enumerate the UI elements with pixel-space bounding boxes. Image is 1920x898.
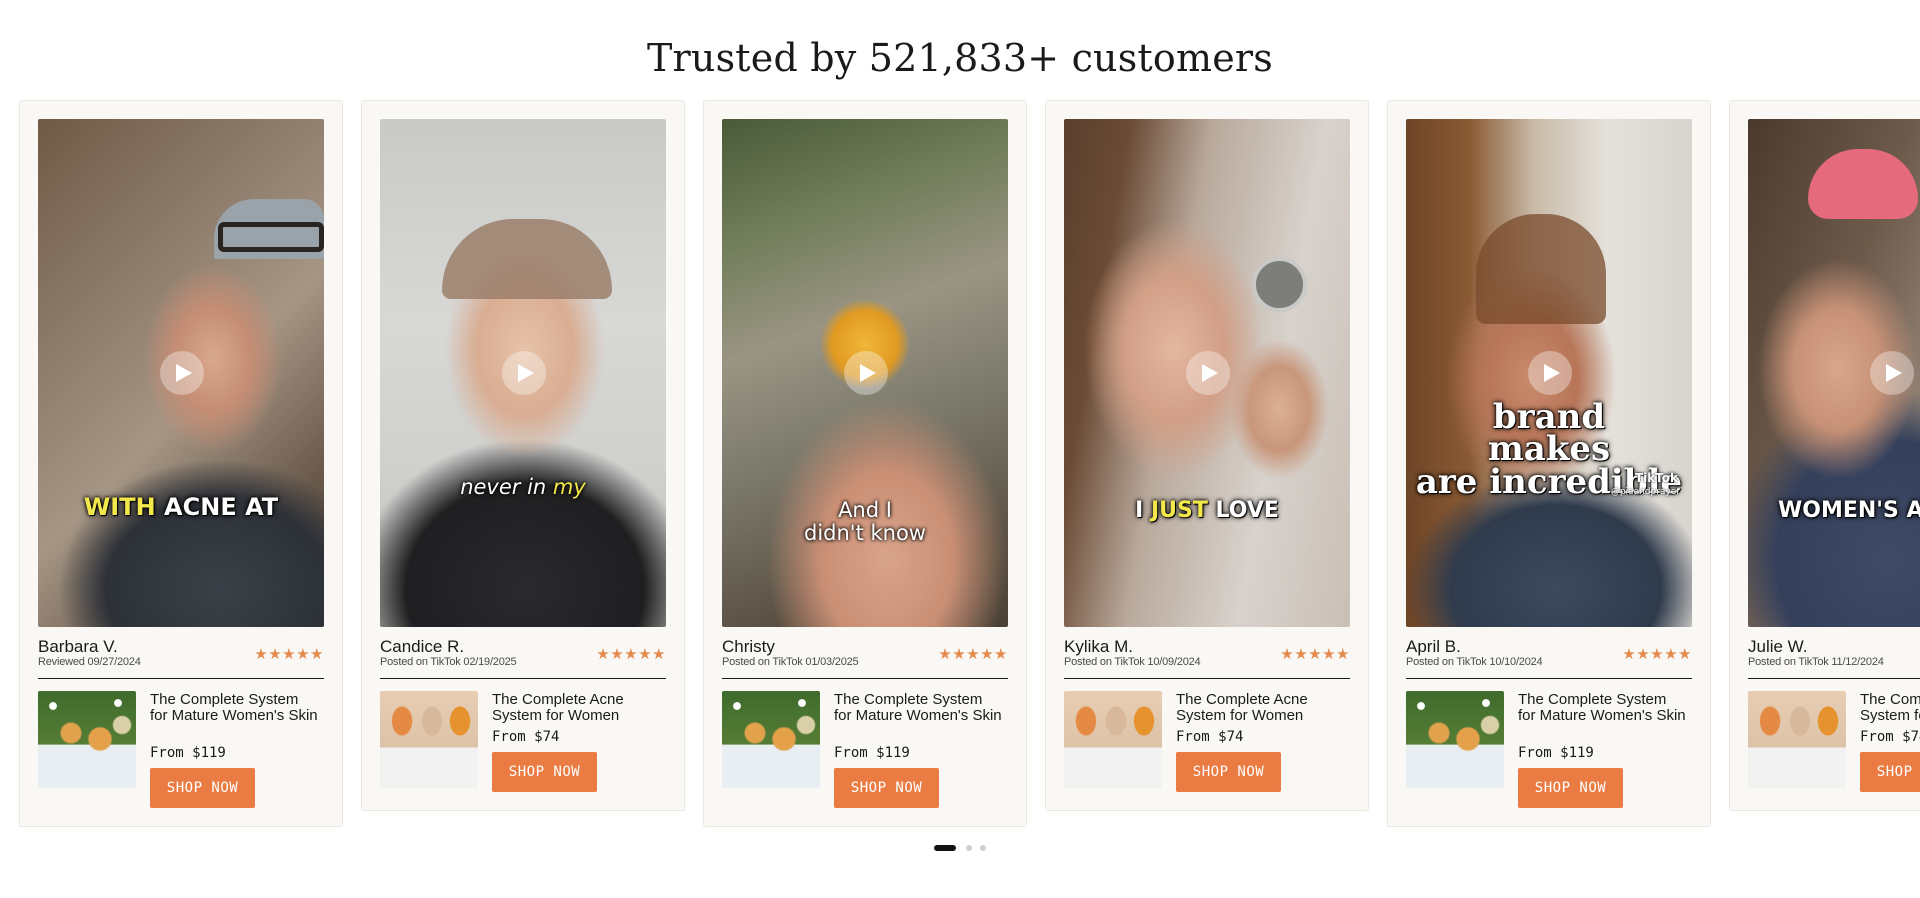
shop-now-button[interactable]: SHOP NOW xyxy=(1860,752,1920,792)
review-card: WOMEN'S AC Julie W. Posted on TikTok 11/… xyxy=(1729,100,1920,811)
divider xyxy=(38,678,324,679)
product-price: From $119 xyxy=(834,745,910,761)
tiktok-watermark: TikTok xyxy=(1634,471,1678,485)
play-icon xyxy=(1202,364,1218,382)
divider xyxy=(1406,678,1692,679)
play-button[interactable] xyxy=(1528,351,1572,395)
video-caption: WOMEN'S AC xyxy=(1778,498,1920,523)
review-date: Posted on TikTok 10/10/2024 xyxy=(1406,656,1543,668)
pagination-dot-active[interactable] xyxy=(934,845,956,851)
product-price: From $74 xyxy=(492,729,560,745)
review-date: Posted on TikTok 01/03/2025 xyxy=(722,656,859,668)
pagination-dot[interactable] xyxy=(980,845,986,851)
review-video[interactable]: WOMEN'S AC xyxy=(1748,119,1920,627)
product-name[interactable]: The Complete System for Mature Women's S… xyxy=(1518,692,1688,724)
play-button[interactable] xyxy=(1870,351,1914,395)
page-title: Trusted by 521,833+ customers xyxy=(647,36,1273,80)
product-name[interactable]: The Complete Acne System for Women xyxy=(1176,692,1346,724)
reviewer-name: Kylika M. xyxy=(1064,637,1133,656)
product-thumbnail[interactable] xyxy=(722,691,820,788)
divider xyxy=(722,678,1008,679)
review-video[interactable]: And Ididn't know xyxy=(722,119,1008,627)
shop-now-button[interactable]: SHOP NOW xyxy=(834,768,939,808)
play-button[interactable] xyxy=(1186,351,1230,395)
play-button[interactable] xyxy=(844,351,888,395)
play-icon xyxy=(518,364,534,382)
star-rating: ★★★★★ xyxy=(1622,645,1692,663)
shop-now-button[interactable]: SHOP NOW xyxy=(1518,768,1623,808)
star-rating: ★★★★★ xyxy=(596,645,666,663)
play-button[interactable] xyxy=(502,351,546,395)
play-icon xyxy=(1544,364,1560,382)
reviewer-name: Julie W. xyxy=(1748,637,1808,656)
product-name[interactable]: The Complete Acne System for Women xyxy=(1860,692,1920,724)
product-thumbnail[interactable] xyxy=(1064,691,1162,788)
reviewer-name: Candice R. xyxy=(380,637,465,656)
product-price: From $74 xyxy=(1176,729,1244,745)
product-thumbnail[interactable] xyxy=(38,691,136,788)
review-video[interactable]: never in my xyxy=(380,119,666,627)
review-video[interactable]: WITH ACNE AT xyxy=(38,119,324,627)
product-thumbnail[interactable] xyxy=(1748,691,1846,788)
star-rating: ★★★★★ xyxy=(938,645,1008,663)
reviewer-name: April B. xyxy=(1406,637,1461,656)
play-button[interactable] xyxy=(160,351,204,395)
product-thumbnail[interactable] xyxy=(1406,691,1504,788)
product-price: From $74 xyxy=(1860,729,1920,745)
review-card: I JUST LOVE Kylika M. Posted on TikTok 1… xyxy=(1045,100,1369,811)
shop-now-button[interactable]: SHOP NOW xyxy=(492,752,597,792)
divider xyxy=(380,678,666,679)
divider xyxy=(1748,678,1920,679)
product-name[interactable]: The Complete Acne System for Women xyxy=(492,692,662,724)
pagination-dot[interactable] xyxy=(966,845,972,851)
product-name[interactable]: The Complete System for Mature Women's S… xyxy=(150,692,320,724)
product-price: From $119 xyxy=(1518,745,1594,761)
review-card: never in my Candice R. Posted on TikTok … xyxy=(361,100,685,811)
product-name[interactable]: The Complete System for Mature Women's S… xyxy=(834,692,1004,724)
review-date: Posted on TikTok 11/12/2024 xyxy=(1748,656,1884,668)
review-video[interactable]: I JUST LOVE xyxy=(1064,119,1350,627)
play-icon xyxy=(860,364,876,382)
reviewer-name: Christy xyxy=(722,637,775,656)
reviews-carousel[interactable]: WITH ACNE AT Barbara V. Reviewed 09/27/2… xyxy=(0,100,1920,830)
divider xyxy=(1064,678,1350,679)
play-icon xyxy=(176,364,192,382)
review-video[interactable]: brand makes are incredible TikTok @pieandp… xyxy=(1406,119,1692,627)
star-rating: ★★★★★ xyxy=(1280,645,1350,663)
video-caption: WITH ACNE AT xyxy=(83,493,279,521)
review-card: And Ididn't know Christy Posted on TikTo… xyxy=(703,100,1027,827)
tiktok-handle: @pieandprayer xyxy=(1610,487,1680,497)
play-icon xyxy=(1886,364,1902,382)
product-price: From $119 xyxy=(150,745,226,761)
star-rating: ★★★★★ xyxy=(254,645,324,663)
video-caption: I JUST LOVE xyxy=(1135,498,1279,523)
video-caption: And Ididn't know xyxy=(804,498,926,546)
review-date: Posted on TikTok 02/19/2025 xyxy=(380,656,517,668)
review-date: Posted on TikTok 10/09/2024 xyxy=(1064,656,1201,668)
review-card: WITH ACNE AT Barbara V. Reviewed 09/27/2… xyxy=(19,100,343,827)
review-card: brand makes are incredible TikTok @pieandp… xyxy=(1387,100,1711,827)
video-caption: never in my xyxy=(460,475,586,499)
shop-now-button[interactable]: SHOP NOW xyxy=(150,768,255,808)
shop-now-button[interactable]: SHOP NOW xyxy=(1176,752,1281,792)
review-date: Reviewed 09/27/2024 xyxy=(38,656,141,668)
product-thumbnail[interactable] xyxy=(380,691,478,788)
reviewer-name: Barbara V. xyxy=(38,637,118,656)
